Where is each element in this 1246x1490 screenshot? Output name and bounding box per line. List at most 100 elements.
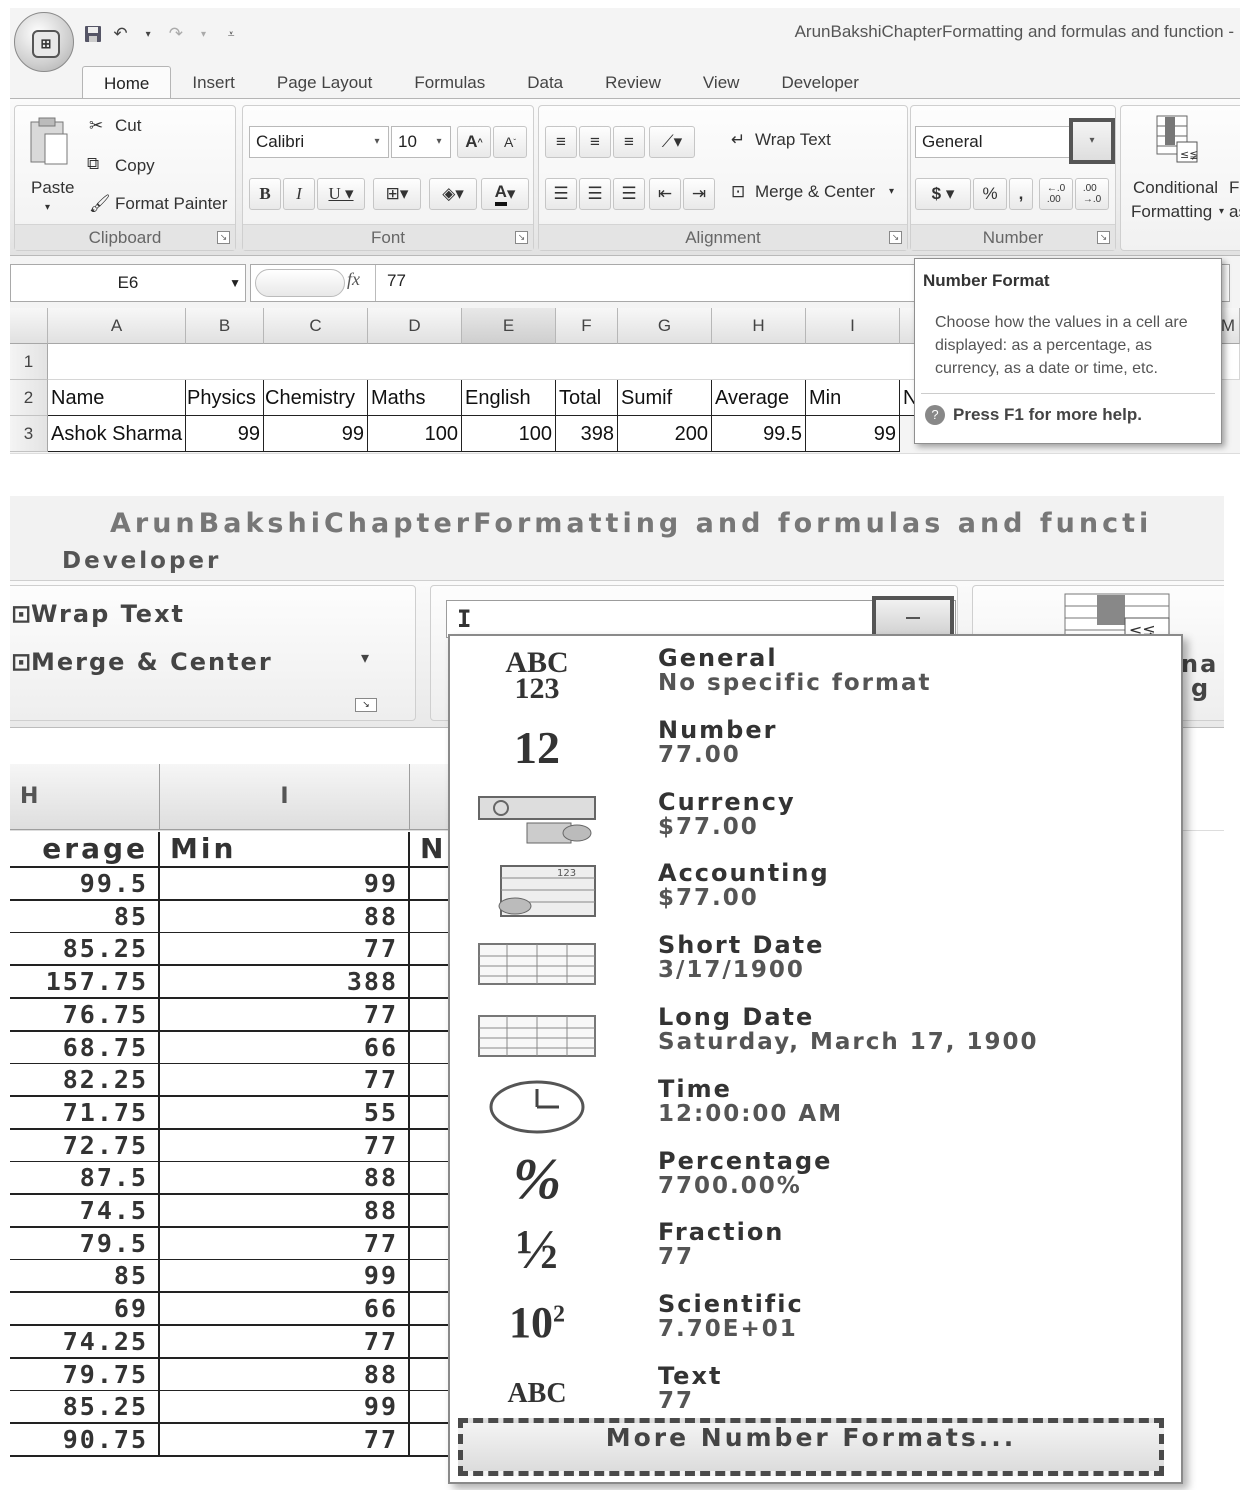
zoomed-min-cell[interactable]: 99 — [160, 1391, 410, 1425]
header-cell-sumif[interactable]: Sumif — [618, 380, 712, 416]
zoomed-cut-cell[interactable] — [410, 1227, 450, 1261]
zoomed-header-average[interactable]: erage — [10, 832, 160, 868]
merge-dropdown-icon[interactable]: ▾ — [889, 186, 894, 197]
paste-button[interactable]: Paste — [31, 178, 74, 198]
cell-i3[interactable]: 99 — [806, 416, 900, 452]
conditional-formatting-label[interactable]: Conditional — [1133, 178, 1218, 198]
zoomed-cut-cell[interactable] — [410, 966, 450, 1000]
clipboard-launcher-icon[interactable]: ↘ — [217, 231, 230, 244]
format-option-fraction[interactable]: ½ Fraction 77 — [450, 1214, 1181, 1286]
merge-center-button[interactable]: Merge & Center — [755, 182, 875, 202]
redo-icon[interactable]: ↷ — [165, 22, 187, 46]
tab-view[interactable]: View — [682, 66, 761, 100]
align-right-icon[interactable]: ☰ — [613, 178, 645, 210]
zoomed-min-cell[interactable]: 77 — [160, 933, 410, 967]
italic-icon[interactable]: I — [283, 178, 315, 210]
zoomed-cut-cell[interactable] — [410, 933, 450, 967]
format-painter-button[interactable]: Format Painter — [115, 194, 227, 214]
cell-g3[interactable]: 200 — [618, 416, 712, 452]
underline-icon[interactable]: U ▾ — [317, 178, 365, 210]
cell-f3[interactable]: 398 — [556, 416, 618, 452]
align-top-icon[interactable]: ≡ — [545, 126, 577, 158]
function-icon[interactable]: fx — [347, 269, 360, 290]
header-cell-chemistry[interactable]: Chemistry — [264, 380, 368, 416]
zoomed-average-cell[interactable]: 71.75 — [10, 1096, 160, 1130]
zoomed-min-cell[interactable]: 77 — [160, 1227, 410, 1261]
format-as-table-label-cut[interactable]: F — [1229, 178, 1239, 198]
merge-center-icon[interactable]: ⊡ — [731, 182, 745, 202]
zoomed-average-cell[interactable]: 85.25 — [10, 1391, 160, 1425]
conditional-dropdown-icon[interactable]: ▾ — [1219, 206, 1224, 217]
zoomed-min-cell[interactable]: 88 — [160, 1162, 410, 1196]
zoomed-average-cell[interactable]: 79.5 — [10, 1227, 160, 1261]
number-launcher-icon[interactable]: ↘ — [1097, 231, 1110, 244]
header-cell-physics[interactable]: Physics — [186, 380, 264, 416]
format-option-scientific[interactable]: 102 Scientific 7.70E+01 — [450, 1286, 1181, 1358]
zoomed-average-cell[interactable]: 74.25 — [10, 1325, 160, 1359]
cell-a3[interactable]: Ashok Sharma — [48, 416, 186, 452]
customize-qat-icon[interactable]: ⩡ — [220, 22, 242, 46]
tab-data[interactable]: Data — [506, 66, 584, 100]
zoomed-cut-cell[interactable] — [410, 998, 450, 1032]
column-header-b[interactable]: B — [186, 308, 264, 344]
column-header-a[interactable]: A — [48, 308, 186, 344]
zoomed-column-header-h[interactable]: H — [10, 764, 160, 830]
cut-icon[interactable]: ✂ — [89, 116, 103, 136]
number-format-dropdown-icon[interactable]: ▾ — [1069, 118, 1115, 164]
zoomed-average-cell[interactable]: 82.25 — [10, 1064, 160, 1098]
zoomed-tab-developer[interactable]: Developer — [62, 548, 221, 574]
format-option-percentage[interactable]: % Percentage 7700.00% — [450, 1143, 1181, 1215]
column-header-d[interactable]: D — [368, 308, 462, 344]
increase-indent-icon[interactable]: ⇥ — [683, 178, 715, 210]
tab-insert[interactable]: Insert — [171, 66, 256, 100]
zoomed-min-cell[interactable]: 88 — [160, 1358, 410, 1392]
zoomed-cut-cell[interactable] — [410, 1391, 450, 1425]
borders-icon[interactable]: ⊞▾ — [373, 178, 421, 210]
zoomed-cut-cell[interactable] — [410, 1423, 450, 1457]
zoomed-merge-dropdown-icon[interactable]: ▾ — [361, 648, 371, 667]
row-header-3[interactable]: 3 — [10, 416, 48, 452]
zoomed-cut-cell[interactable] — [410, 1293, 450, 1327]
zoomed-alignment-launcher-icon[interactable]: ↘ — [355, 698, 377, 712]
row-header-2[interactable]: 2 — [10, 380, 48, 416]
zoomed-min-cell[interactable]: 77 — [160, 1129, 410, 1163]
cell-e3[interactable]: 100 — [462, 416, 556, 452]
office-button[interactable]: ⊞ — [14, 12, 74, 72]
zoomed-average-cell[interactable]: 87.5 — [10, 1162, 160, 1196]
font-size-dropdown-icon[interactable]: ▾ — [430, 129, 448, 155]
cell-b3[interactable]: 99 — [186, 416, 264, 452]
zoomed-cut-cell[interactable] — [410, 1031, 450, 1065]
name-box[interactable]: E6 ▼ — [10, 264, 246, 302]
zoomed-average-cell[interactable]: 85 — [10, 900, 160, 934]
column-header-g[interactable]: G — [618, 308, 712, 344]
tab-page-layout[interactable]: Page Layout — [256, 66, 393, 100]
align-left-icon[interactable]: ☰ — [545, 178, 577, 210]
cut-button[interactable]: Cut — [115, 116, 141, 136]
zoomed-cut-cell[interactable] — [410, 1064, 450, 1098]
header-cell-maths[interactable]: Maths — [368, 380, 462, 416]
font-launcher-icon[interactable]: ↘ — [515, 231, 528, 244]
cell-h3[interactable]: 99.5 — [712, 416, 806, 452]
zoomed-cut-cell[interactable] — [410, 1358, 450, 1392]
conditional-formatting-label-2[interactable]: Formatting — [1131, 202, 1212, 222]
header-cell-name[interactable]: Name — [48, 380, 186, 416]
zoomed-min-cell[interactable]: 88 — [160, 900, 410, 934]
percent-style-button[interactable]: % — [973, 178, 1007, 210]
zoomed-average-cell[interactable]: 76.75 — [10, 998, 160, 1032]
font-name-combo[interactable]: Calibri ▾ — [249, 126, 389, 158]
zoomed-min-cell[interactable]: 66 — [160, 1031, 410, 1065]
zoomed-header-min[interactable]: Min — [160, 832, 410, 868]
zoomed-header-cut[interactable]: N — [410, 832, 450, 868]
zoomed-average-cell[interactable]: 79.75 — [10, 1358, 160, 1392]
formula-bar-expand[interactable] — [255, 269, 345, 297]
zoomed-cut-cell[interactable] — [410, 1129, 450, 1163]
font-size-combo[interactable]: 10 ▾ — [391, 126, 451, 158]
zoomed-min-cell[interactable]: 77 — [160, 998, 410, 1032]
wrap-text-button[interactable]: Wrap Text — [755, 130, 831, 150]
zoomed-average-cell[interactable]: 90.75 — [10, 1423, 160, 1457]
alignment-launcher-icon[interactable]: ↘ — [889, 231, 902, 244]
zoomed-average-cell[interactable]: 72.75 — [10, 1129, 160, 1163]
zoomed-average-cell[interactable]: 74.5 — [10, 1195, 160, 1228]
zoomed-cut-cell[interactable] — [410, 1096, 450, 1130]
row-header-1[interactable]: 1 — [10, 344, 48, 380]
